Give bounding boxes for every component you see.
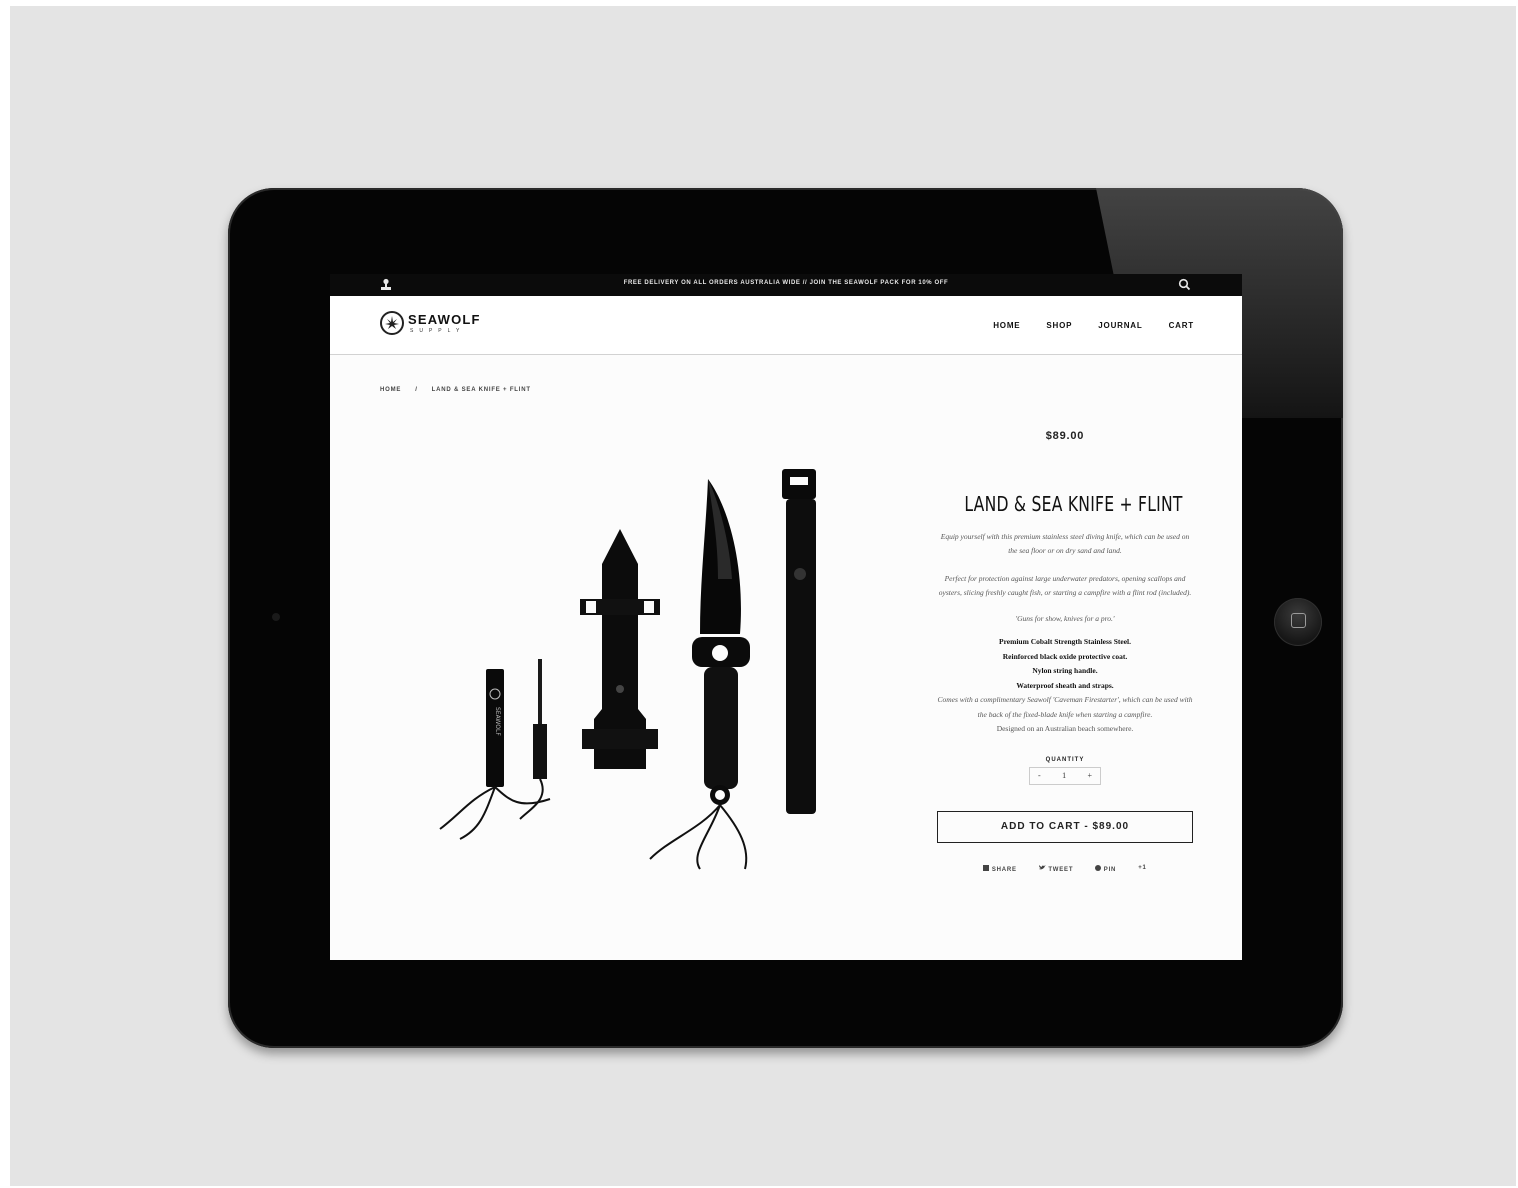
promo-text: FREE DELIVERY ON ALL ORDERS AUSTRALIA WI… <box>623 280 949 286</box>
main-nav: HOME SHOP JOURNAL CART <box>993 321 1194 330</box>
feature-item: Reinforced black oxide protective coat. <box>1002 651 1128 661</box>
product-image[interactable]: SEAWOLF <box>400 469 870 889</box>
breadcrumb: HOME / LAND & SEA KNIFE + FLINT <box>380 387 531 393</box>
description-paragraph: Perfect for protection against large und… <box>938 574 1192 597</box>
description-paragraph: Equip yourself with this premium stainle… <box>940 532 1190 555</box>
home-button[interactable] <box>1274 598 1322 646</box>
quantity-increment-button[interactable]: + <box>1087 771 1092 780</box>
share-facebook[interactable]: SHARE <box>983 864 1017 873</box>
quantity-stepper: - 1 + <box>1029 766 1101 785</box>
web-page: FREE DELIVERY ON ALL ORDERS AUSTRALIA WI… <box>330 274 1242 960</box>
product-description: Equip yourself with this premium stainle… <box>936 530 1194 600</box>
facebook-icon <box>983 864 990 871</box>
feature-list: Premium Cobalt Strength Stainless Steel.… <box>936 635 1194 737</box>
pinterest-icon <box>1095 864 1102 871</box>
quantity-label: QUANTITY <box>1045 756 1085 763</box>
search-icon[interactable] <box>1178 278 1191 291</box>
feature-item: Waterproof sheath and straps. <box>1016 680 1114 690</box>
share-facebook-label: SHARE <box>991 866 1017 873</box>
nav-journal[interactable]: JOURNAL <box>1098 321 1142 330</box>
product-details: $89.00 LAND & SEA KNIFE + FLINT Equip yo… <box>936 422 1194 873</box>
site-header: SEAWOLF SUPPLY HOME SHOP JOURNAL CART <box>330 296 1242 355</box>
feature-item: Comes with a complimentary Seawolf 'Cave… <box>937 695 1193 719</box>
nav-shop[interactable]: SHOP <box>1046 321 1072 330</box>
home-square-icon <box>1291 613 1306 628</box>
nav-cart[interactable]: CART <box>1169 321 1194 330</box>
nav-home[interactable]: HOME <box>993 321 1020 330</box>
share-twitter-label: TWEET <box>1048 866 1074 873</box>
breadcrumb-separator: / <box>415 387 418 393</box>
product-price: $89.00 <box>1045 430 1085 442</box>
share-pinterest-label: PIN <box>1103 866 1117 873</box>
quantity-value[interactable]: 1 <box>1062 771 1066 780</box>
feature-item: Nylon string handle. <box>1032 666 1098 675</box>
logo-wordmark: SEAWOLF <box>408 312 481 327</box>
camera-icon <box>272 613 280 621</box>
share-links: SHARE TWEET PIN +1 <box>936 864 1194 873</box>
announcement-bar: FREE DELIVERY ON ALL ORDERS AUSTRALIA WI… <box>330 274 1242 296</box>
breadcrumb-home[interactable]: HOME <box>380 387 401 393</box>
feature-item: Designed on an Australian beach somewher… <box>996 724 1134 733</box>
logo[interactable]: SEAWOLF SUPPLY <box>380 311 520 341</box>
logo-subtitle: SUPPLY <box>410 328 466 334</box>
product-title: LAND & SEA KNIFE + FLINT <box>964 492 1183 516</box>
share-gplus[interactable]: +1 <box>1138 865 1146 873</box>
product-quote: 'Guns for show, knives for a pro.' <box>1015 614 1115 623</box>
breadcrumb-current: LAND & SEA KNIFE + FLINT <box>431 387 531 393</box>
share-pinterest[interactable]: PIN <box>1095 864 1117 873</box>
quantity-decrement-button[interactable]: - <box>1038 771 1041 780</box>
twitter-icon <box>1038 864 1046 869</box>
tablet-device: FREE DELIVERY ON ALL ORDERS AUSTRALIA WI… <box>228 188 1343 1048</box>
share-twitter[interactable]: TWEET <box>1038 864 1074 873</box>
svg-text:SEAWOLF: SEAWOLF <box>494 707 501 736</box>
add-to-cart-button[interactable]: ADD TO CART - $89.00 <box>937 810 1193 843</box>
logo-emblem-icon <box>380 311 404 335</box>
feature-item: Premium Cobalt Strength Stainless Steel. <box>998 637 1131 646</box>
